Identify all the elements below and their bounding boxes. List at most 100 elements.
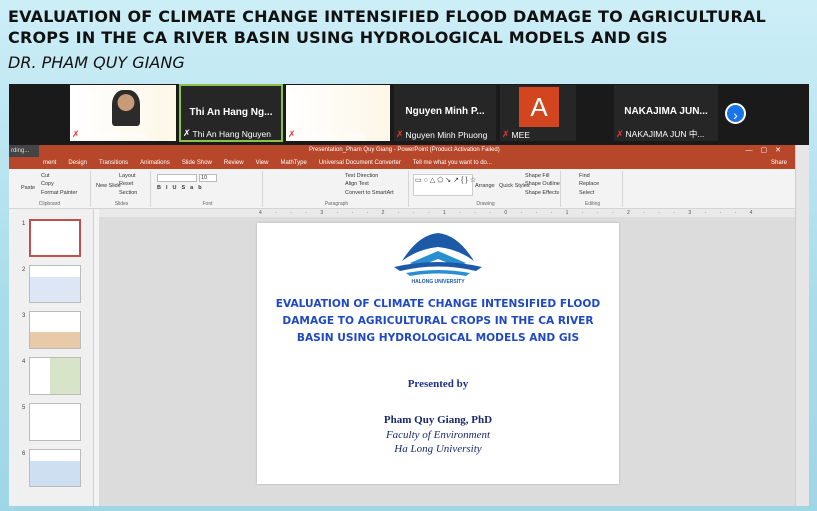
thumb-number: 5 xyxy=(22,405,26,411)
next-page-icon[interactable]: › xyxy=(725,103,746,124)
text-direction-button[interactable]: Text Direction xyxy=(345,173,378,179)
slide-thumbnail[interactable] xyxy=(29,311,81,349)
copy-button[interactable]: Copy xyxy=(41,181,54,187)
group-label: Clipboard xyxy=(38,201,61,207)
participant-name: Pham Quy Giang... xyxy=(81,129,154,140)
shared-screen: ✗ Pham Quy Giang... Thi An Hang Ng... ✗ Th… xyxy=(9,84,809,506)
participant-tile[interactable]: ✗ Pham Quy Giang... xyxy=(69,84,177,142)
cut-button[interactable]: Cut xyxy=(41,173,50,179)
participant-display-name: Thi An Hang Ng... xyxy=(189,107,273,118)
font-format-buttons[interactable]: BIUSab xyxy=(157,185,207,191)
tab-review[interactable]: Review xyxy=(224,160,244,166)
shape-outline-button[interactable]: Shape Outline xyxy=(525,181,560,187)
tab-home[interactable]: ment xyxy=(43,160,56,166)
layout-button[interactable]: Layout xyxy=(119,173,136,179)
tab-transitions[interactable]: Transitions xyxy=(99,160,128,166)
group-label: Drawing xyxy=(476,201,495,207)
presenter-faculty: Faculty of Environment xyxy=(385,429,491,441)
drawing-group: ▭○△⬠↘↗{}☆ Arrange Quick Styles Shape Fil… xyxy=(411,171,561,207)
slide-title-line1: EVALUATION OF CLIMATE CHANGE INTENSIFIED… xyxy=(8,7,767,26)
mic-muted-icon: ✗ xyxy=(72,129,80,139)
thumb-number: 4 xyxy=(22,359,26,365)
horizontal-ruler: 4 · · · 3 · · · 2 · · · 1 · · · 0 · · · … xyxy=(99,209,795,217)
zoom-participant-strip: ✗ Pham Quy Giang... Thi An Hang Ng... ✗ Th… xyxy=(9,84,809,144)
participant-tile[interactable]: Thi An Hang Ng... ✗ Thi An Hang Nguyen xyxy=(179,84,283,142)
replace-button[interactable]: Replace xyxy=(579,181,599,187)
tab-animations[interactable]: Animations xyxy=(140,160,170,166)
main-slide[interactable]: HALONG UNIVERSITY EVALUATION OF CLIMATE … xyxy=(257,223,619,484)
shapes-gallery[interactable]: ▭○△⬠↘↗{}☆ xyxy=(413,174,476,196)
slide-thumbnail[interactable] xyxy=(29,449,81,487)
participant-tile[interactable]: A ✗ MEE xyxy=(499,84,577,142)
share-button[interactable]: Share xyxy=(771,160,787,166)
thumb-number: 1 xyxy=(22,221,26,227)
participant-tile[interactable]: NAKAJIMA JUN... ✗ NAKAJIMA JUN 中... xyxy=(613,84,719,142)
participant-tile[interactable]: ✗ Pham Thuy Trang xyxy=(285,84,391,142)
participant-display-name: Nguyen Minh P... xyxy=(405,106,485,117)
group-label: Editing xyxy=(584,201,601,207)
select-button[interactable]: Select xyxy=(579,190,594,196)
thumb-number: 2 xyxy=(22,267,26,273)
new-slide-button[interactable]: New Slide xyxy=(96,183,121,189)
font-group: 10 BIUSab Font xyxy=(153,171,263,207)
slide-title: EVALUATION OF CLIMATE CHANGE INTENSIFIED… xyxy=(8,6,813,48)
paste-button[interactable]: Paste xyxy=(21,185,35,191)
group-label: Slides xyxy=(114,201,129,207)
slide-title-line2: CROPS IN THE CA RIVER BASIN USING HYDROL… xyxy=(8,28,668,47)
avatar: A xyxy=(519,87,559,127)
participant-name: Thi An Hang Nguyen xyxy=(192,128,271,139)
mic-muted-icon: ✗ xyxy=(616,128,624,139)
tab-view[interactable]: View xyxy=(256,160,269,166)
window-title: Presentation_Pham Quy Giang - PowerPoint… xyxy=(309,147,500,153)
tab-design[interactable]: Design xyxy=(68,160,87,166)
mic-muted-icon: ✗ xyxy=(396,129,404,139)
participant-name: Pham Thuy Trang xyxy=(297,129,365,140)
tab-mathtype[interactable]: MathType xyxy=(280,160,306,166)
mic-muted-icon: ✗ xyxy=(502,129,510,139)
window-controls[interactable]: —▢✕ xyxy=(746,146,789,154)
font-name-input[interactable] xyxy=(157,174,197,182)
tell-me-search[interactable]: Tell me what you want to do... xyxy=(413,160,492,166)
participant-name: Nguyen Minh Phuong xyxy=(405,129,488,140)
format-painter-button[interactable]: Format Painter xyxy=(41,190,77,196)
mic-muted-icon: ✗ xyxy=(288,129,296,139)
participant-tile[interactable]: Nguyen Minh P... ✗ Nguyen Minh Phuong xyxy=(393,84,497,142)
presenter-name: Pham Quy Giang, PhD xyxy=(383,414,493,426)
editing-group: Find Replace Select Editing xyxy=(563,171,623,207)
find-button[interactable]: Find xyxy=(579,173,590,179)
slide-thumbnail[interactable] xyxy=(29,219,81,257)
thumb-number: 6 xyxy=(22,451,26,457)
participant-video xyxy=(112,90,140,126)
tab-slide-show[interactable]: Slide Show xyxy=(182,160,212,166)
align-text-button[interactable]: Align Text xyxy=(345,181,369,187)
editor-area: 1 2 3 4 5 6 4 · · · 3 · · · 2 · · · 1 · … xyxy=(9,209,795,506)
slide-canvas: HALONG UNIVERSITY EVALUATION OF CLIMATE … xyxy=(99,217,795,506)
ribbon-tabs: ment Design Transitions Animations Slide… xyxy=(9,157,795,169)
slide-thumbnail[interactable] xyxy=(29,403,81,441)
logo-text: HALONG UNIVERSITY xyxy=(411,279,465,285)
ppt-titlebar: rding... Presentation_Pham Quy Giang - P… xyxy=(9,145,795,157)
participant-name: MEE xyxy=(511,129,530,140)
slide-thumbnail[interactable] xyxy=(29,357,81,395)
section-button[interactable]: Section xyxy=(119,190,137,196)
arrange-button[interactable]: Arrange xyxy=(475,183,495,189)
presenter-university: Ha Long University xyxy=(394,443,482,455)
main-slide-title: EVALUATION OF CLIMATE CHANGE INTENSIFIED… xyxy=(275,298,601,344)
font-size-input[interactable]: 10 xyxy=(199,174,217,182)
powerpoint-window: rding... Presentation_Pham Quy Giang - P… xyxy=(9,145,795,506)
shape-fill-button[interactable]: Shape Fill xyxy=(525,173,549,179)
reset-button[interactable]: Reset xyxy=(119,181,133,187)
group-label: Paragraph xyxy=(324,201,349,207)
slides-group: New Slide Layout Reset Section Slides xyxy=(93,171,151,207)
mic-on-icon: ✗ xyxy=(183,128,191,138)
smartart-button[interactable]: Convert to SmartArt xyxy=(345,190,394,196)
tab-udc[interactable]: Universal Document Converter xyxy=(319,160,401,166)
shape-effects-button[interactable]: Shape Effects xyxy=(525,190,559,196)
halong-university-logo: HALONG UNIVERSITY xyxy=(394,233,482,285)
slide-thumbnail[interactable] xyxy=(29,265,81,303)
slide-thumbnail-pane[interactable]: 1 2 3 4 5 6 xyxy=(9,209,94,506)
ribbon: Paste Cut Copy Format Painter Clipboard … xyxy=(9,169,795,209)
recording-indicator: rding... xyxy=(9,145,39,157)
vertical-scrollbar[interactable] xyxy=(795,145,809,506)
thumb-number: 3 xyxy=(22,313,26,319)
